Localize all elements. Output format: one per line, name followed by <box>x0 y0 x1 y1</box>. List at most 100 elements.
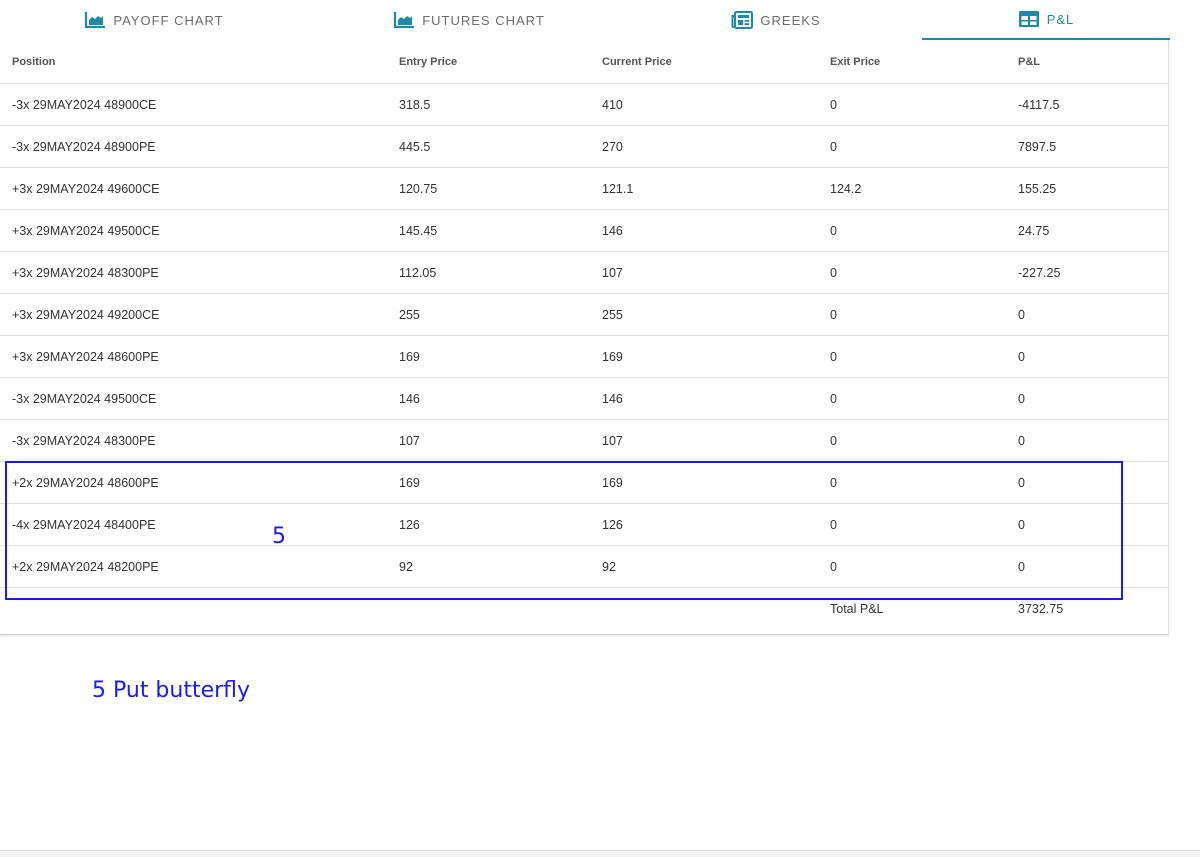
total-empty-cell <box>590 588 818 630</box>
tab-label: FUTURES CHART <box>422 12 545 28</box>
cell-position: +3x 29MAY2024 49600CE <box>0 167 387 210</box>
cell-entry-price: 112.05 <box>387 251 590 294</box>
cell-pnl: 24.75 <box>1006 209 1168 252</box>
cell-current-price: 169 <box>590 461 818 504</box>
cell-pnl: 0 <box>1006 545 1168 588</box>
cell-exit-price: 0 <box>818 503 1006 546</box>
cell-current-price: 270 <box>590 125 818 168</box>
area-chart-icon <box>84 10 106 30</box>
cell-exit-price: 0 <box>818 545 1006 588</box>
table-row: -4x 29MAY2024 48400PE 126 126 0 0 <box>0 503 1168 546</box>
table-row: -3x 29MAY2024 48900CE 318.5 410 0 -4117.5 <box>0 83 1168 126</box>
cell-pnl: 0 <box>1006 335 1168 378</box>
cell-entry-price: 255 <box>387 293 590 336</box>
tab-label: GREEKS <box>760 12 821 28</box>
cell-position: +3x 29MAY2024 48600PE <box>0 335 387 378</box>
tab-payoff-chart[interactable]: PAYOFF CHART <box>0 0 308 40</box>
newspaper-icon <box>731 10 754 30</box>
cell-pnl: -227.25 <box>1006 251 1168 294</box>
column-header-position: Position <box>0 40 387 84</box>
cell-exit-price: 0 <box>818 335 1006 378</box>
cell-pnl: 7897.5 <box>1006 125 1168 168</box>
pnl-table-card: Position Entry Price Current Price Exit … <box>0 40 1169 635</box>
cell-position: +3x 29MAY2024 48300PE <box>0 251 387 294</box>
cell-entry-price: 120.75 <box>387 167 590 210</box>
cell-entry-price: 318.5 <box>387 83 590 126</box>
table-row: -3x 29MAY2024 48900PE 445.5 270 0 7897.5 <box>0 125 1168 168</box>
cell-current-price: 410 <box>590 83 818 126</box>
cell-current-price: 255 <box>590 293 818 336</box>
cell-exit-price: 0 <box>818 83 1006 126</box>
total-pnl-label: Total P&L <box>830 601 884 616</box>
table-icon <box>1018 9 1040 29</box>
cell-exit-price: 124.2 <box>818 167 1006 210</box>
cell-current-price: 146 <box>590 209 818 252</box>
cell-exit-price: 0 <box>818 251 1006 294</box>
cell-exit-price: 0 <box>818 377 1006 420</box>
table-row: +3x 29MAY2024 49200CE 255 255 0 0 <box>0 293 1168 336</box>
cell-entry-price: 145.45 <box>387 209 590 252</box>
table-header-row: Position Entry Price Current Price Exit … <box>0 40 1168 84</box>
tab-bar: PAYOFF CHART FUTURES CHART GREEKS P&L <box>0 0 1170 40</box>
cell-position: -3x 29MAY2024 48300PE <box>0 419 387 462</box>
table-row: +3x 29MAY2024 48300PE 112.05 107 0 -227.25 <box>0 251 1168 294</box>
total-empty-cell <box>387 588 590 630</box>
cell-current-price: 92 <box>590 545 818 588</box>
cell-exit-price: 0 <box>818 209 1006 252</box>
cell-pnl: 0 <box>1006 503 1168 546</box>
cell-entry-price: 107 <box>387 419 590 462</box>
cell-exit-price: 0 <box>818 293 1006 336</box>
cell-position: -3x 29MAY2024 49500CE <box>0 377 387 420</box>
table-row: +3x 29MAY2024 48600PE 169 169 0 0 <box>0 335 1168 378</box>
table-row: +3x 29MAY2024 49500CE 145.45 146 0 24.75 <box>0 209 1168 252</box>
cell-pnl: 0 <box>1006 419 1168 462</box>
cell-entry-price: 126 <box>387 503 590 546</box>
cell-exit-price: 0 <box>818 125 1006 168</box>
column-header-exit-price: Exit Price <box>818 40 1006 84</box>
cell-current-price: 121.1 <box>590 167 818 210</box>
cell-position: -3x 29MAY2024 48900CE <box>0 83 387 126</box>
cell-current-price: 169 <box>590 335 818 378</box>
cell-pnl: 0 <box>1006 461 1168 504</box>
cell-entry-price: 445.5 <box>387 125 590 168</box>
column-header-entry-price: Entry Price <box>387 40 590 84</box>
tab-pnl[interactable]: P&L <box>922 0 1170 40</box>
table-row: -3x 29MAY2024 48300PE 107 107 0 0 <box>0 419 1168 462</box>
cell-current-price: 126 <box>590 503 818 546</box>
tab-label: PAYOFF CHART <box>113 12 224 28</box>
cell-entry-price: 169 <box>387 461 590 504</box>
table-row: +2x 29MAY2024 48600PE 169 169 0 0 <box>0 461 1168 504</box>
cell-pnl: 155.25 <box>1006 167 1168 210</box>
column-header-current-price: Current Price <box>590 40 818 84</box>
cell-current-price: 107 <box>590 419 818 462</box>
cell-current-price: 107 <box>590 251 818 294</box>
cell-position: +2x 29MAY2024 48200PE <box>0 545 387 588</box>
area-chart-icon <box>393 10 415 30</box>
table-row: +3x 29MAY2024 49600CE 120.75 121.1 124.2 155… <box>0 167 1168 210</box>
pnl-page: PAYOFF CHART FUTURES CHART GREEKS P&L Po… <box>0 0 1200 857</box>
cell-position: -3x 29MAY2024 48900PE <box>0 125 387 168</box>
cell-entry-price: 146 <box>387 377 590 420</box>
table-row: +2x 29MAY2024 48200PE 92 92 0 0 <box>0 545 1168 588</box>
cell-exit-price: 0 <box>818 461 1006 504</box>
cell-entry-price: 169 <box>387 335 590 378</box>
cell-pnl: -4117.5 <box>1006 83 1168 126</box>
cell-entry-price: 92 <box>387 545 590 588</box>
cell-exit-price: 0 <box>818 419 1006 462</box>
cell-pnl: 0 <box>1006 377 1168 420</box>
tab-greeks[interactable]: GREEKS <box>630 0 922 40</box>
cell-position: +3x 29MAY2024 49200CE <box>0 293 387 336</box>
tab-futures-chart[interactable]: FUTURES CHART <box>308 0 630 40</box>
cell-pnl: 0 <box>1006 293 1168 336</box>
cell-current-price: 146 <box>590 377 818 420</box>
total-row: Total P&L 3732.75 <box>0 588 1168 630</box>
table-row: -3x 29MAY2024 49500CE 146 146 0 0 <box>0 377 1168 420</box>
pnl-table: Position Entry Price Current Price Exit … <box>0 40 1168 629</box>
annotation-note: 5 Put butterfly <box>92 678 251 703</box>
tab-label: P&L <box>1046 11 1075 27</box>
cell-position: -4x 29MAY2024 48400PE <box>0 503 387 546</box>
total-pnl-value: 3732.75 <box>1018 601 1064 616</box>
total-empty-cell <box>0 588 387 630</box>
cell-position: +3x 29MAY2024 49500CE <box>0 209 387 252</box>
cell-position: +2x 29MAY2024 48600PE <box>0 461 387 504</box>
